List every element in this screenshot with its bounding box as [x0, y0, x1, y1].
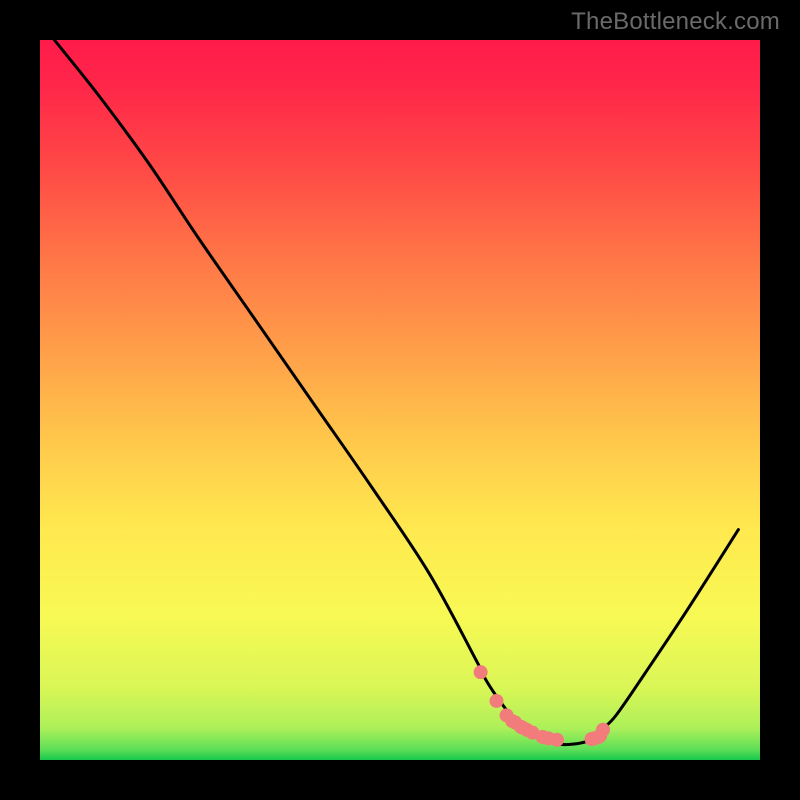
- data-point-dot: [474, 665, 488, 679]
- data-point-dot: [550, 733, 564, 747]
- watermark-text: TheBottleneck.com: [571, 8, 780, 36]
- chart-container: TheBottleneck.com: [0, 0, 800, 800]
- chart-svg: [40, 40, 760, 760]
- data-point-dot: [596, 723, 610, 737]
- plot-area: [40, 40, 760, 760]
- data-point-dot: [489, 694, 503, 708]
- gradient-background: [40, 40, 760, 760]
